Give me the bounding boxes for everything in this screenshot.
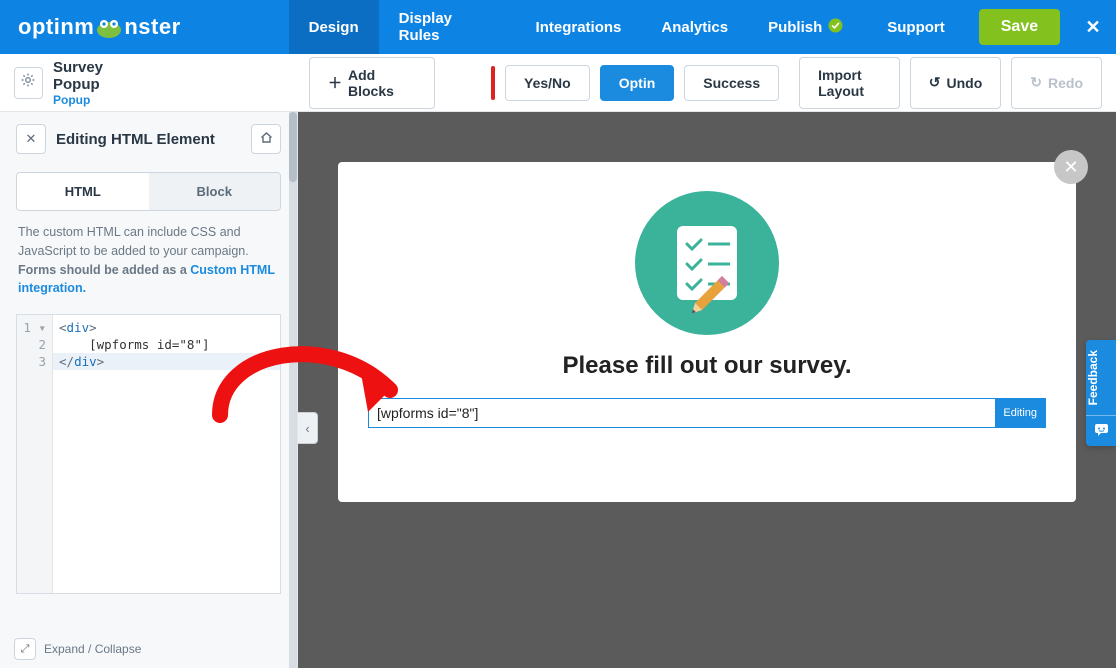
collapse-sidebar-handle[interactable]: ‹ xyxy=(298,412,318,444)
import-layout-button[interactable]: Import Layout xyxy=(799,57,900,109)
campaign-settings-button[interactable] xyxy=(14,67,43,99)
brand-logo[interactable]: optinm nster xyxy=(0,14,199,40)
panel-home-button[interactable] xyxy=(251,124,281,154)
step-optin-button[interactable]: Optin xyxy=(600,65,675,101)
tab-block[interactable]: Block xyxy=(149,173,281,210)
main-area: ✕ Editing HTML Element HTML Block The cu… xyxy=(0,112,1116,668)
popup-close-button[interactable]: ✕ xyxy=(1054,150,1088,184)
undo-icon: ↺ xyxy=(929,74,941,91)
code-gutter: 1 ▾ 2 3 xyxy=(17,315,53,593)
expand-label: Expand / Collapse xyxy=(44,642,141,656)
step-success-button[interactable]: Success xyxy=(684,65,779,101)
feedback-tab[interactable]: Feedback xyxy=(1086,340,1116,446)
nav-display-rules[interactable]: Display Rules xyxy=(379,0,516,54)
step-divider xyxy=(491,66,495,100)
tab-html[interactable]: HTML xyxy=(17,173,149,210)
redo-icon: ↻ xyxy=(1030,74,1042,91)
brand-text-2: nster xyxy=(124,14,180,40)
panel-back-button[interactable]: ✕ xyxy=(16,124,46,154)
toolbar: Survey Popup Popup ＋ Add Blocks Yes/No O… xyxy=(0,54,1116,112)
brand-text-1: optinm xyxy=(18,14,94,40)
campaign-summary: Survey Popup Popup xyxy=(14,59,144,107)
editing-badge: Editing xyxy=(995,399,1045,427)
nav-design[interactable]: Design xyxy=(289,0,379,54)
survey-checklist-icon xyxy=(632,188,782,338)
close-icon: ✕ xyxy=(1063,157,1078,178)
popup-preview: ✕ Please fill out our survey. [wpforms i… xyxy=(338,162,1076,502)
undo-label: Undo xyxy=(947,75,983,91)
popup-html-element[interactable]: [wpforms id="8"] Editing xyxy=(368,398,1046,428)
feedback-label: Feedback xyxy=(1086,340,1100,415)
gear-icon xyxy=(20,72,36,93)
support-link[interactable]: Support xyxy=(863,19,969,36)
undo-button[interactable]: ↺ Undo xyxy=(910,57,1002,109)
panel-tabs: HTML Block xyxy=(16,172,281,211)
save-button[interactable]: Save xyxy=(979,9,1060,45)
top-nav: optinm nster Design Display Rules Integr… xyxy=(0,0,1116,54)
expand-collapse-toggle[interactable]: ⤢ Expand / Collapse xyxy=(14,638,141,660)
chat-icon xyxy=(1086,415,1116,446)
brand-mascot-icon xyxy=(96,16,122,38)
main-nav: Design Display Rules Integrations Analyt… xyxy=(289,0,864,54)
add-blocks-button[interactable]: ＋ Add Blocks xyxy=(309,57,435,109)
settings-sidebar: ✕ Editing HTML Element HTML Block The cu… xyxy=(0,112,298,668)
checkmark-badge-icon xyxy=(828,18,843,37)
html-code-editor[interactable]: 1 ▾ 2 3 <div> [wpforms id="8"] </div> xyxy=(16,314,281,594)
close-icon: ✕ xyxy=(1086,17,1101,37)
nav-publish[interactable]: Publish xyxy=(748,0,863,54)
redo-label: Redo xyxy=(1048,75,1083,91)
redo-button[interactable]: ↻ Redo xyxy=(1011,57,1102,109)
nav-integrations[interactable]: Integrations xyxy=(516,0,642,54)
panel-title: Editing HTML Element xyxy=(56,131,241,148)
expand-icon: ⤢ xyxy=(14,638,36,660)
campaign-type[interactable]: Popup xyxy=(53,93,144,107)
popup-headline[interactable]: Please fill out our survey. xyxy=(368,352,1046,380)
step-yesno-button[interactable]: Yes/No xyxy=(505,65,590,101)
nav-analytics[interactable]: Analytics xyxy=(641,0,748,54)
plus-icon: ＋ xyxy=(328,73,342,93)
chevron-left-icon: ‹ xyxy=(305,421,309,436)
sidebar-scrollbar[interactable] xyxy=(289,112,297,668)
fold-icon: ▾ xyxy=(38,320,46,335)
home-icon xyxy=(260,131,273,147)
panel-help-text: The custom HTML can include CSS and Java… xyxy=(0,223,297,298)
close-icon: ✕ xyxy=(26,131,37,147)
popup-html-content: [wpforms id="8"] xyxy=(377,405,478,421)
preview-canvas: ‹ ✕ Please fill out our survey. xyxy=(298,112,1116,668)
nav-publish-label: Publish xyxy=(768,19,822,36)
add-blocks-label: Add Blocks xyxy=(348,67,416,99)
campaign-title: Survey Popup xyxy=(53,59,144,93)
close-editor-button[interactable]: ✕ xyxy=(1070,17,1116,38)
code-content: <div> [wpforms id="8"] </div> xyxy=(53,315,280,374)
